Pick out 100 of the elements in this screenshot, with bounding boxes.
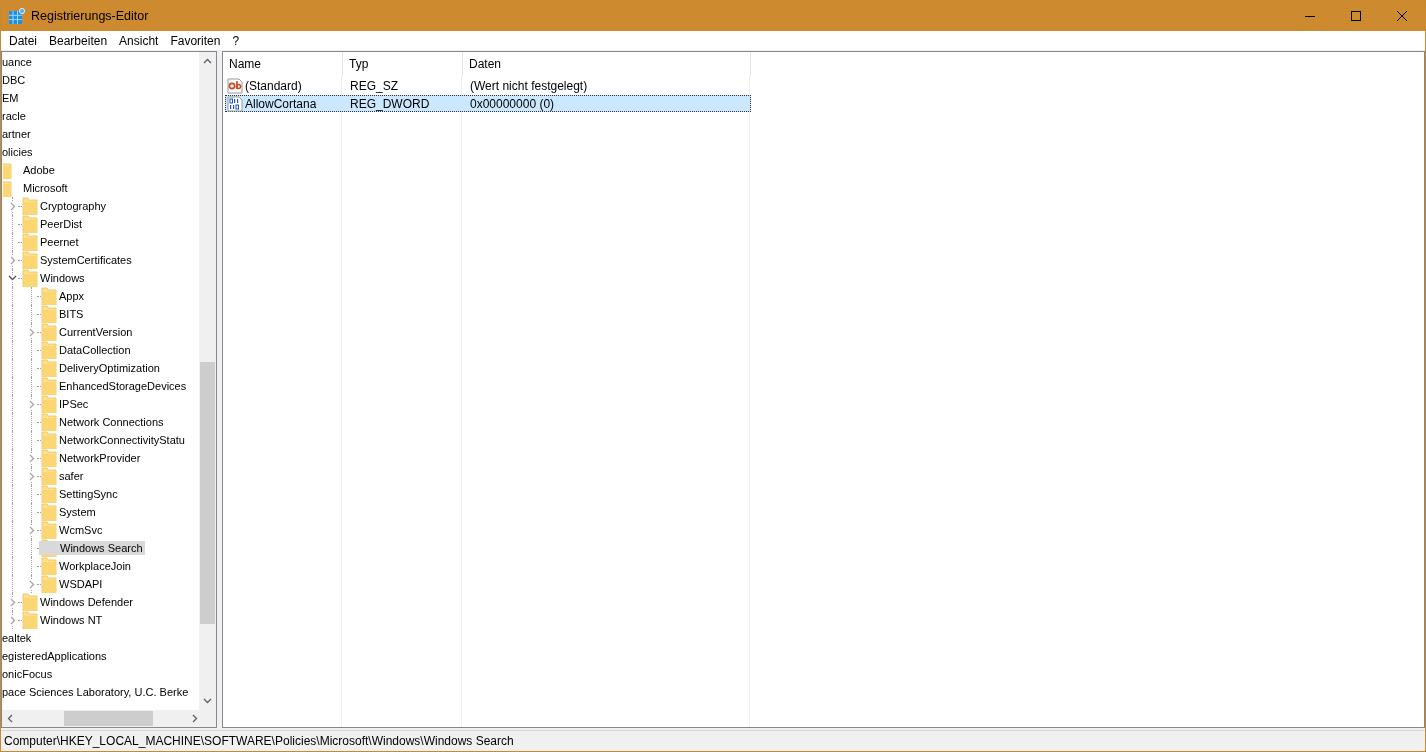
tree-item[interactable]: onicFocus: [2, 667, 55, 681]
tree-item[interactable]: Microsoft: [23, 181, 70, 195]
scroll-up-icon[interactable]: [203, 58, 212, 64]
tree-item[interactable]: pace Sciences Laboratory, U.C. Berke: [2, 685, 191, 699]
tree-item[interactable]: DBC: [2, 73, 28, 87]
tree-item[interactable]: Peernet: [40, 235, 81, 249]
tree-item[interactable]: ealtek: [2, 631, 34, 645]
tree-item[interactable]: Cryptography: [40, 199, 109, 213]
tree-item[interactable]: racle: [2, 109, 28, 123]
value-name: (Standard): [245, 78, 302, 93]
expand-chevron-icon[interactable]: [9, 255, 16, 265]
tree-item[interactable]: NetworkConnectivityStatu: [59, 433, 187, 447]
column-header[interactable]: Name: [223, 52, 343, 76]
tree-item[interactable]: WSDAPI: [59, 577, 105, 591]
folder-icon: [41, 323, 57, 341]
string-value-icon: [227, 77, 243, 94]
expand-chevron-icon[interactable]: [28, 399, 35, 409]
window-title: Registrierungs-Editor: [31, 9, 149, 23]
tree-item[interactable]: PeerDist: [40, 217, 85, 231]
folder-icon: [22, 215, 38, 233]
tree-item[interactable]: uance: [2, 55, 34, 69]
tree-item[interactable]: SettingSync: [59, 487, 120, 501]
scroll-thumb[interactable]: [64, 711, 153, 726]
tree-item[interactable]: WorkplaceJoin: [59, 559, 133, 573]
expand-chevron-icon[interactable]: [28, 471, 35, 481]
tree-item[interactable]: egisteredApplications: [2, 649, 109, 663]
expand-chevron-icon[interactable]: [28, 579, 35, 589]
scroll-thumb[interactable]: [200, 362, 215, 624]
collapse-chevron-icon[interactable]: [8, 275, 17, 281]
tree-item[interactable]: IPSec: [59, 397, 91, 411]
value-row[interactable]: AllowCortana REG_DWORD 0x00000000 (0): [225, 95, 751, 112]
folder-icon: [41, 467, 57, 485]
folder-icon: [41, 341, 57, 359]
folder-icon: [22, 269, 38, 287]
tree-item[interactable]: EnhancedStorageDevices: [59, 379, 189, 393]
folder-icon: [41, 395, 57, 413]
tree-item[interactable]: Windows: [40, 271, 87, 285]
folder-icon: [41, 449, 57, 467]
menu-item[interactable]: ?: [226, 33, 246, 48]
expand-chevron-icon[interactable]: [9, 615, 16, 625]
folder-icon: [41, 431, 57, 449]
folder-icon: [3, 179, 12, 197]
tree-item[interactable]: safer: [59, 469, 86, 483]
tree-item[interactable]: Windows Defender: [40, 595, 135, 609]
expand-chevron-icon[interactable]: [28, 453, 35, 463]
column-header[interactable]: Daten: [463, 52, 751, 76]
tree-item[interactable]: olicies: [2, 145, 35, 159]
folder-icon: [41, 485, 57, 503]
tree-item[interactable]: BITS: [59, 307, 86, 321]
menu-item[interactable]: Bearbeiten: [43, 33, 114, 48]
tree-item[interactable]: Windows NT: [40, 613, 105, 627]
folder-icon: [22, 251, 38, 269]
binary-value-icon: [227, 95, 243, 112]
menu-item[interactable]: Ansicht: [113, 33, 165, 48]
registry-icon: [9, 8, 25, 24]
tree-item[interactable]: CurrentVersion: [59, 325, 135, 339]
tree-item[interactable]: Windows Search: [39, 541, 145, 555]
scroll-down-icon[interactable]: [203, 698, 212, 704]
scroll-left-icon[interactable]: [7, 714, 13, 723]
value-type: REG_SZ: [349, 78, 399, 93]
expand-chevron-icon[interactable]: [28, 327, 35, 337]
close-icon: [1397, 11, 1407, 21]
value-row[interactable]: (Standard) REG_SZ (Wert nicht festgelegt): [225, 77, 751, 94]
folder-icon: [22, 593, 38, 611]
folder-icon: [3, 161, 12, 179]
folder-icon: [41, 359, 57, 377]
tree-item[interactable]: Network Connections: [59, 415, 166, 429]
scroll-right-icon[interactable]: [192, 714, 198, 723]
expand-chevron-icon[interactable]: [28, 525, 35, 535]
folder-icon: [22, 197, 38, 215]
folder-icon: [22, 233, 38, 251]
value-type: REG_DWORD: [349, 96, 431, 111]
menu-item[interactable]: Datei: [3, 33, 43, 48]
tree-item[interactable]: artner: [2, 127, 33, 141]
tree-item[interactable]: System: [59, 505, 98, 519]
tree-item[interactable]: SystemCertificates: [40, 253, 134, 267]
value-data: 0x00000000 (0): [469, 96, 556, 111]
tree-item[interactable]: Adobe: [23, 163, 57, 177]
value-name: AllowCortana: [245, 96, 317, 111]
expand-chevron-icon[interactable]: [9, 597, 16, 607]
folder-icon: [41, 305, 57, 323]
tree-item[interactable]: DataCollection: [59, 343, 133, 357]
value-data: (Wert nicht festgelegt): [469, 78, 589, 93]
folder-icon: [41, 503, 57, 521]
menu-item[interactable]: Favoriten: [164, 33, 227, 48]
folder-icon: [41, 557, 57, 575]
column-header[interactable]: Typ: [343, 52, 463, 76]
folder-icon: [41, 377, 57, 395]
tree-item[interactable]: NetworkProvider: [59, 451, 143, 465]
horizontal-scrollbar[interactable]: [2, 710, 216, 727]
tree-item[interactable]: DeliveryOptimization: [59, 361, 162, 375]
folder-icon: [41, 413, 57, 431]
tree-item[interactable]: Appx: [59, 289, 87, 303]
expand-chevron-icon[interactable]: [9, 201, 16, 211]
tree-item[interactable]: EM: [2, 91, 21, 105]
status-bar: Computer\HKEY_LOCAL_MACHINE\SOFTWARE\Policies\Microsoft\Windows\Windows Search: [1, 730, 1425, 751]
vertical-scrollbar[interactable]: [199, 52, 216, 710]
folder-icon: [41, 521, 57, 539]
maximize-icon: [1351, 11, 1361, 21]
tree-item[interactable]: WcmSvc: [59, 523, 105, 537]
